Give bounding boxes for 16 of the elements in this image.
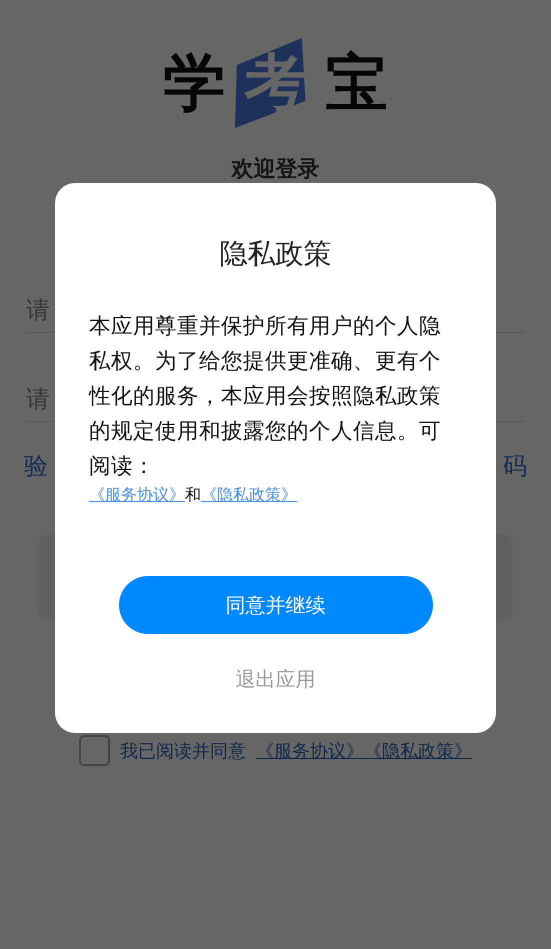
privacy-policy-link[interactable]: 《隐私政策》 [201, 485, 297, 504]
policy-link[interactable]: 《隐私政策》 [364, 738, 472, 762]
dialog-body-text: 本应用尊重并保护所有用户的个人隐私权。为了给您提供更准确、更有个性化的服务，本应用会按照隐私政策的规定使用和披露您的个人信息。可阅读： [89, 313, 442, 481]
agree-continue-button[interactable]: 同意并继续 [118, 576, 432, 634]
logo-letter: 宝 [324, 52, 388, 114]
agree-checkbox[interactable] [79, 735, 110, 766]
policy-link[interactable]: 《服务协议》 [256, 738, 364, 762]
dialog-title: 隐私政策 [220, 236, 332, 272]
service-agreement-link[interactable]: 《服务协议》 [89, 485, 185, 504]
code-link[interactable]: 验 [24, 450, 48, 482]
joiner-text: 和 [185, 485, 201, 504]
agreement-text: 我已阅读并同意 [120, 740, 246, 762]
logo-letter: 学 [162, 52, 226, 114]
welcome-title: 欢迎登录 [232, 156, 320, 184]
exit-app-button[interactable]: 退出应用 [228, 662, 324, 697]
code-link[interactable]: 码 [503, 450, 527, 482]
